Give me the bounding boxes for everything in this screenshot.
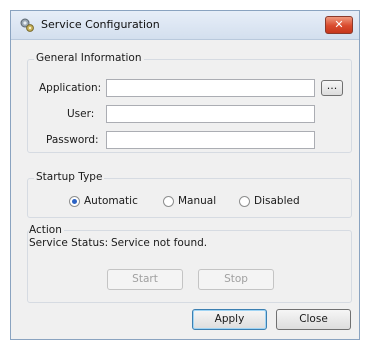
service-status-value: Service not found. <box>111 237 208 249</box>
automatic-label[interactable]: Automatic <box>84 195 138 207</box>
radio-selected-dot <box>72 199 77 204</box>
password-label: Password: <box>46 134 99 146</box>
stop-button[interactable]: Stop <box>198 269 274 290</box>
apply-button[interactable]: Apply <box>192 309 267 330</box>
disabled-radio[interactable] <box>239 196 250 207</box>
service-configuration-window: Service Configuration ✕ General Informat… <box>10 10 360 340</box>
start-button[interactable]: Start <box>107 269 183 290</box>
general-information-legend: General Information <box>34 52 144 64</box>
browse-button[interactable]: ... <box>321 80 343 96</box>
startup-type-legend: Startup Type <box>34 171 105 183</box>
close-icon: ✕ <box>334 18 344 31</box>
service-status-label: Service Status: <box>29 237 109 249</box>
action-label: Action <box>29 224 64 236</box>
user-label: User: <box>67 108 95 120</box>
automatic-radio[interactable] <box>69 196 80 207</box>
disabled-label[interactable]: Disabled <box>254 195 300 207</box>
user-field[interactable] <box>106 105 315 123</box>
manual-label[interactable]: Manual <box>178 195 216 207</box>
application-label: Application: <box>39 82 102 94</box>
close-button[interactable]: Close <box>276 309 351 330</box>
title-bar: Service Configuration ✕ <box>11 11 359 40</box>
manual-radio[interactable] <box>163 196 174 207</box>
gear-service-icon <box>20 18 34 32</box>
application-field[interactable] <box>106 79 315 97</box>
close-window-button[interactable]: ✕ <box>325 16 353 34</box>
window-title: Service Configuration <box>41 18 160 31</box>
password-field[interactable] <box>106 131 315 149</box>
